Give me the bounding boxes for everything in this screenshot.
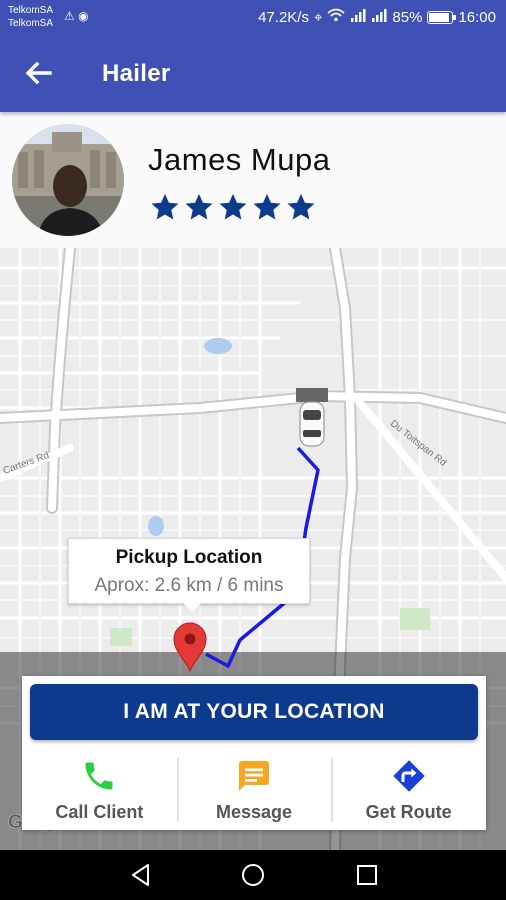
wifi-icon	[327, 8, 346, 26]
message-button[interactable]: Message	[176, 748, 332, 830]
directions-icon	[392, 760, 425, 792]
call-client-button[interactable]: Call Client	[22, 748, 177, 830]
star-icon	[287, 193, 315, 220]
arrow-back-icon	[25, 61, 52, 85]
star-icon	[151, 193, 179, 220]
battery-percent: 85%	[392, 8, 423, 26]
at-location-button[interactable]: I AM AT YOUR LOCATION	[30, 684, 478, 740]
status-bar: TelkomSA TelkomSA ⚠ ◉ 47.2K/s ⌖ 85% 16:0…	[0, 0, 506, 34]
get-route-label: Get Route	[365, 802, 452, 822]
warning-icon: ⚠	[64, 9, 75, 23]
carrier-1: TelkomSA	[8, 5, 54, 16]
status-right: 47.2K/s ⌖ 85% 16:00	[258, 8, 496, 26]
pickup-callout[interactable]: Pickup Location Aprox: 2.6 km / 6 mins	[68, 538, 310, 612]
avatar	[12, 124, 124, 236]
star-icon	[253, 193, 281, 220]
location-pin-icon[interactable]	[172, 622, 208, 672]
location-icon: ⌖	[313, 8, 323, 26]
star-icon	[185, 193, 213, 220]
callout-title: Pickup Location	[115, 547, 263, 568]
signal-icon-2	[371, 8, 387, 26]
nav-home-icon[interactable]	[240, 862, 266, 888]
carrier-names: TelkomSA TelkomSA	[8, 4, 53, 30]
nav-recents-icon[interactable]	[354, 862, 380, 888]
action-panel: I AM AT YOUR LOCATION Call Client Messag…	[22, 676, 486, 830]
driver-name: James Mupa	[148, 142, 331, 177]
message-icon	[239, 761, 269, 791]
battery-icon	[427, 10, 457, 24]
get-route-button[interactable]: Get Route	[331, 748, 486, 830]
action-row: Call Client Message Get Route	[22, 748, 486, 830]
car-icon	[296, 388, 328, 447]
clock: 16:00	[458, 8, 496, 26]
back-button[interactable]	[22, 58, 56, 88]
message-label: Message	[215, 802, 293, 822]
phone-icon	[85, 762, 113, 790]
callout-distance: Aprox: 2.6 km / 6 mins	[94, 575, 284, 596]
sync-icon: ◉	[78, 9, 89, 23]
carrier-2: TelkomSA	[8, 18, 54, 29]
net-speed: 47.2K/s	[258, 8, 309, 26]
system-nav-bar	[0, 850, 506, 900]
call-client-label: Call Client	[55, 802, 144, 822]
page-title: Hailer	[102, 60, 171, 87]
driver-profile: James Mupa	[0, 112, 506, 248]
notification-icons: ⚠ ◉	[64, 9, 89, 23]
nav-back-icon[interactable]	[128, 862, 154, 888]
rating-stars	[150, 192, 316, 222]
star-icon	[219, 193, 247, 220]
signal-icon	[350, 8, 366, 26]
app-bar: Hailer	[0, 34, 506, 112]
